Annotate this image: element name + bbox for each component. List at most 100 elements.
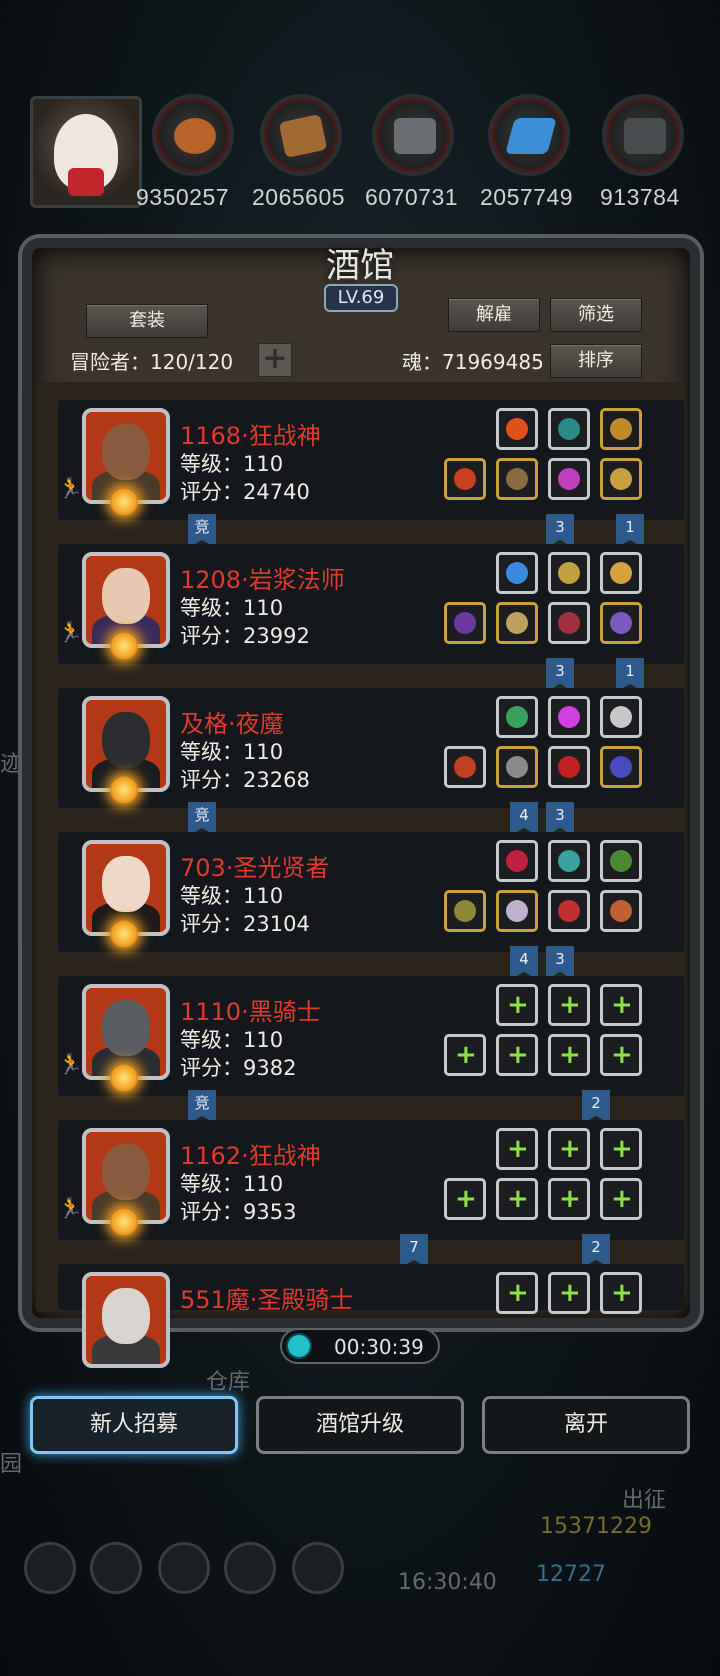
equipment-slot[interactable]	[444, 746, 486, 788]
equipment-slot[interactable]	[600, 840, 642, 882]
add-equipment-icon: +	[559, 1134, 581, 1164]
star-emblem-icon	[110, 776, 138, 804]
equipment-icon	[610, 756, 632, 778]
equipment-slot[interactable]	[548, 408, 590, 450]
orb-icon[interactable]	[152, 94, 234, 176]
empty-equip-slot[interactable]: +	[548, 1178, 590, 1220]
filter-button[interactable]: 筛选	[550, 298, 642, 332]
iron-icon[interactable]	[372, 94, 454, 176]
empty-equip-slot[interactable]: +	[600, 1272, 642, 1314]
empty-equip-slot[interactable]: +	[600, 984, 642, 1026]
empty-equip-slot[interactable]: +	[496, 1128, 538, 1170]
leave-button[interactable]: 离开	[482, 1396, 690, 1454]
hero-score: 评分：24740	[180, 480, 310, 504]
hero-row[interactable]: 🏃 1162·狂战神 等级：110 评分：9353 + + + + + + +	[58, 1120, 684, 1240]
equipment-slot[interactable]	[496, 602, 538, 644]
empty-equip-slot[interactable]: +	[548, 1272, 590, 1314]
sort-button[interactable]: 排序	[550, 344, 642, 378]
hero-name: 及格·夜魔	[180, 710, 284, 738]
wood-icon[interactable]	[260, 94, 342, 176]
equipment-slot[interactable]	[548, 746, 590, 788]
menu-circle-icon	[158, 1542, 210, 1594]
empty-equip-slot[interactable]: +	[496, 1034, 538, 1076]
hero-level: 等级：110	[180, 596, 284, 620]
runner-icon: 🏃	[58, 620, 83, 644]
equipment-slot[interactable]	[496, 458, 538, 500]
suit-button[interactable]: 套装	[86, 304, 208, 338]
empty-equip-slot[interactable]: +	[496, 1178, 538, 1220]
player-avatar[interactable]	[30, 96, 142, 208]
empty-equip-slot[interactable]: +	[496, 1272, 538, 1314]
equipment-slot[interactable]	[548, 890, 590, 932]
hero-row[interactable]: 🏃 1168·狂战神 等级：110 评分：24740	[58, 400, 684, 520]
equipment-slot[interactable]	[496, 746, 538, 788]
empty-equip-slot[interactable]: +	[444, 1178, 486, 1220]
add-equipment-icon: +	[611, 1184, 633, 1214]
equipment-slot[interactable]	[496, 408, 538, 450]
empty-equip-slot[interactable]: +	[444, 1034, 486, 1076]
hero-name: 551魔·圣殿骑士	[180, 1286, 354, 1314]
equipment-icon	[610, 562, 632, 584]
refresh-timer: 00:30:39	[280, 1328, 440, 1364]
empty-equip-slot[interactable]: +	[548, 1128, 590, 1170]
equipment-slot[interactable]	[548, 840, 590, 882]
add-equipment-icon: +	[507, 1278, 529, 1308]
add-equipment-icon: +	[507, 1134, 529, 1164]
hero-face-icon	[102, 1000, 150, 1056]
runner-icon: 🏃	[58, 476, 83, 500]
recruit-button[interactable]: 新人招募	[30, 1396, 238, 1454]
equipment-slot[interactable]	[548, 552, 590, 594]
crystal-icon[interactable]	[488, 94, 570, 176]
resource-value: 9350257	[136, 184, 230, 210]
equipment-slot[interactable]	[444, 458, 486, 500]
equipment-slot[interactable]	[548, 458, 590, 500]
equipment-slot[interactable]	[444, 602, 486, 644]
equipment-slot[interactable]	[600, 602, 642, 644]
equipment-slot[interactable]	[496, 840, 538, 882]
hero-row[interactable]: 🏃 1208·岩浆法师 等级：110 评分：23992	[58, 544, 684, 664]
soul-amount: 魂：71969485	[402, 350, 544, 374]
equipment-slot[interactable]	[444, 890, 486, 932]
empty-equip-slot[interactable]: +	[548, 984, 590, 1026]
empty-equip-slot[interactable]: +	[600, 1178, 642, 1220]
empty-equip-slot[interactable]: +	[600, 1034, 642, 1076]
expedition-label: 出征	[622, 1488, 667, 1513]
menu-circle-icon	[224, 1542, 276, 1594]
equipment-slot[interactable]	[600, 408, 642, 450]
equipment-slot[interactable]	[600, 890, 642, 932]
equipment-slot[interactable]	[496, 552, 538, 594]
equipment-slot[interactable]	[548, 696, 590, 738]
add-equipment-icon: +	[559, 1184, 581, 1214]
add-equipment-icon: +	[507, 1184, 529, 1214]
hero-row[interactable]: 及格·夜魔 等级：110 评分：23268	[58, 688, 684, 808]
resource-bar: 9350257 2065605 6070731 2057749 913784	[0, 94, 720, 214]
hero-score: 评分：23992	[180, 624, 310, 648]
equipment-slot[interactable]	[496, 696, 538, 738]
resource-value: 2065605	[252, 184, 346, 210]
hero-portrait[interactable]	[82, 1272, 170, 1368]
hero-name: 703·圣光贤者	[180, 854, 330, 882]
hero-face-icon	[102, 1288, 150, 1344]
ore-icon[interactable]	[602, 94, 684, 176]
equipment-icon	[506, 850, 528, 872]
hero-face-icon	[102, 1144, 150, 1200]
empty-equip-slot[interactable]: +	[600, 1128, 642, 1170]
equipment-slot[interactable]	[548, 602, 590, 644]
upgrade-tavern-button[interactable]: 酒馆升级	[256, 1396, 464, 1454]
equipment-slot[interactable]	[600, 458, 642, 500]
empty-equip-slot[interactable]: +	[496, 984, 538, 1026]
hero-row[interactable]: 703·圣光贤者 等级：110 评分：23104	[58, 832, 684, 952]
equipment-slot[interactable]	[600, 746, 642, 788]
equipment-slot[interactable]	[496, 890, 538, 932]
equipment-icon	[558, 850, 580, 872]
equipment-slot[interactable]	[600, 696, 642, 738]
add-equipment-icon: +	[507, 1040, 529, 1070]
equipment-slot[interactable]	[600, 552, 642, 594]
empty-equip-slot[interactable]: +	[548, 1034, 590, 1076]
hero-score: 评分：9353	[180, 1200, 297, 1224]
gift-timer: 16:30:40	[398, 1570, 497, 1595]
add-adventurer-button[interactable]: +	[258, 343, 292, 377]
hero-row[interactable]: 551魔·圣殿骑士 + + +	[58, 1264, 684, 1368]
dismiss-button[interactable]: 解雇	[448, 298, 540, 332]
hero-row[interactable]: 🏃 1110·黑骑士 等级：110 评分：9382 + + + + + + +	[58, 976, 684, 1096]
